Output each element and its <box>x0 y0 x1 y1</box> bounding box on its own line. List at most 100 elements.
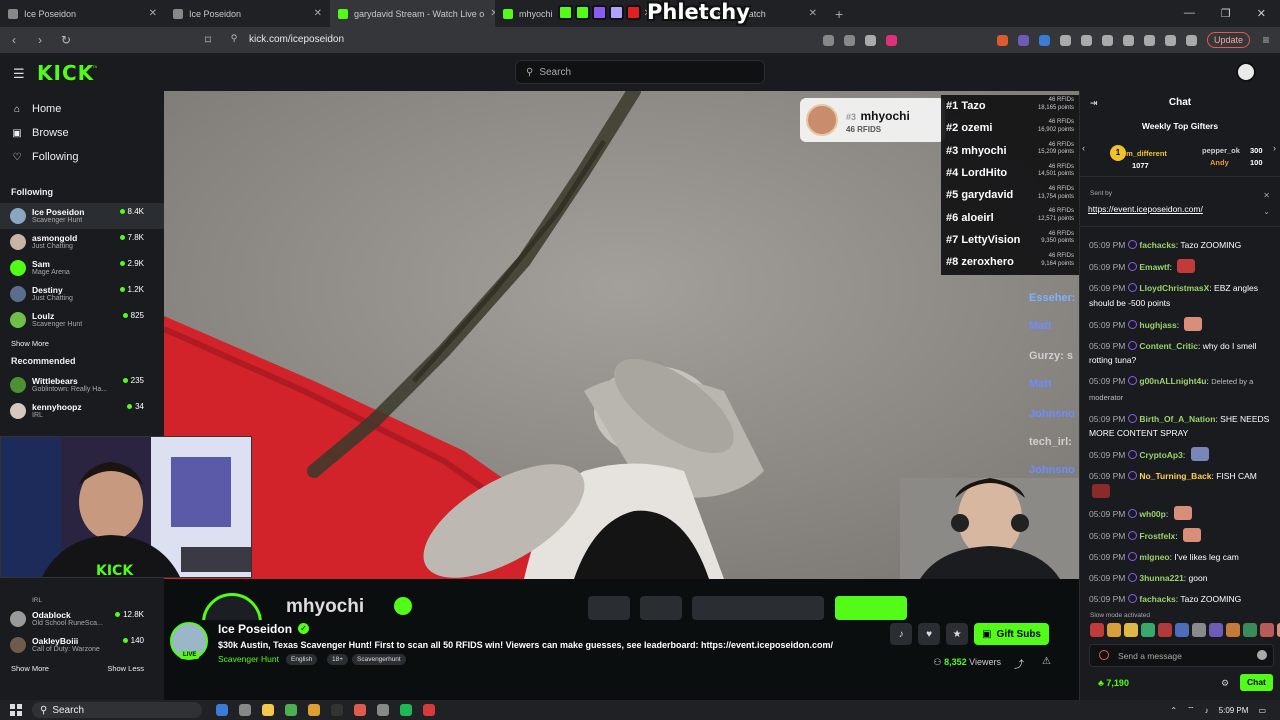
sidebar-toggle-icon[interactable] <box>1122 34 1134 46</box>
taskbar-app-icon[interactable] <box>285 704 297 716</box>
sidebar-channel[interactable]: Ice Poseidon Scavenger Hunt 8.4K <box>0 203 164 229</box>
pinned-expand-icon[interactable]: ⌄ <box>1263 207 1270 216</box>
show-less-recommended[interactable]: Show Less <box>107 664 144 673</box>
sidebar-channel[interactable]: asmongold Just Chatting 7.8K <box>0 229 164 255</box>
chat-username[interactable]: Birth_Of_A_Nation <box>1139 414 1215 424</box>
unpin-icon[interactable]: ✕ <box>1263 191 1270 200</box>
sidebar-channel[interactable]: Sam Mage Arena 2.9K <box>0 255 164 281</box>
sidebar-channel[interactable]: kennyhoopz IRL 34 <box>0 398 164 424</box>
emote-icon[interactable] <box>1260 623 1274 637</box>
emote-icon[interactable] <box>1107 623 1121 637</box>
chat-message[interactable]: 05:09 PM LloydChristmasX: EBZ angles shou… <box>1080 281 1280 310</box>
notification-bell-button[interactable]: ♪ <box>890 623 913 645</box>
taskbar-app-icon[interactable] <box>377 704 389 716</box>
show-more-following[interactable]: Show More <box>0 339 164 348</box>
chat-message[interactable]: 05:09 PM fachacks: Tazo ZOOMING <box>1080 238 1280 253</box>
chat-message[interactable]: 05:09 PM Birth_Of_A_Nation: SHE NEEDS MOR… <box>1080 412 1280 441</box>
taskbar-app-icon[interactable] <box>400 704 412 716</box>
browser-tab[interactable]: Ice Poseidon ✕ <box>165 0 330 27</box>
chat-message[interactable]: 05:09 PM No_Turning_Back: FISH CAM <box>1080 469 1280 499</box>
chat-username[interactable]: g00nALLnight4u <box>1139 376 1206 386</box>
chat-username[interactable]: No_Turning_Back <box>1139 471 1211 481</box>
emote-icon[interactable] <box>1192 623 1206 637</box>
chat-message[interactable]: 05:09 PM hughjass: <box>1080 316 1280 333</box>
pinned-link[interactable]: https://event.iceposeidon.com/ <box>1088 204 1203 214</box>
tray-chevron-icon[interactable]: ⌃ <box>1170 706 1177 715</box>
maximize-icon[interactable]: ❐ <box>1221 7 1231 20</box>
brave-rewards-icon[interactable] <box>885 34 897 46</box>
wallet-icon[interactable] <box>1164 34 1176 46</box>
kick-logo[interactable]: KICK <box>37 61 94 85</box>
chat-username[interactable]: mlgneo <box>1139 552 1169 562</box>
chat-message[interactable]: 05:09 PM mlgneo: I've likes leg cam <box>1080 550 1280 565</box>
chat-message[interactable]: 05:09 PM Content_Critic: why do I smell r… <box>1080 339 1280 368</box>
stream-category[interactable]: Scavenger Hunt <box>218 654 279 664</box>
sidebar-channel[interactable]: OakleyBoiii Call of Duty: Warzone 140 <box>0 632 164 658</box>
zoom-icon[interactable] <box>822 34 834 46</box>
tag-18plus[interactable]: 18+ <box>327 654 349 665</box>
user-avatar[interactable] <box>1236 62 1256 82</box>
site-info-icon[interactable]: ⚲ <box>228 33 240 44</box>
sidebar-channel[interactable]: Loulz Scavenger Hunt 825 <box>0 307 164 333</box>
sidebar-channel[interactable]: Destiny Just Chatting 1.2K <box>0 281 164 307</box>
network-icon[interactable]: ⌔ <box>1187 705 1195 715</box>
chat-username[interactable]: fachacks <box>1139 240 1175 250</box>
minimize-icon[interactable]: — <box>1184 7 1195 20</box>
new-tab-icon[interactable]: + <box>825 6 853 22</box>
extensions-puzzle-icon[interactable] <box>1059 34 1071 46</box>
search-input[interactable]: ⚲ Search <box>515 60 765 84</box>
chat-username[interactable]: 3hunna221 <box>1139 573 1183 583</box>
browser-tab[interactable]: Ice Poseidon ✕ <box>0 0 165 27</box>
share-icon[interactable]: ⤴ <box>1014 656 1024 671</box>
report-icon[interactable]: ⚠ <box>1042 656 1051 667</box>
gift-subs-button[interactable]: ▣ Gift Subs <box>974 623 1049 645</box>
emote-icon[interactable] <box>1158 623 1172 637</box>
taskbar-app-icon[interactable] <box>423 704 435 716</box>
emote-icon[interactable] <box>1141 623 1155 637</box>
chat-message[interactable]: 05:09 PM Emawtf: <box>1080 259 1280 275</box>
chat-settings-gear-icon[interactable]: ⚙ <box>1221 678 1229 689</box>
hamburger-menu-icon[interactable]: ☰ <box>13 66 25 82</box>
chat-message-input[interactable]: Send a message <box>1089 644 1274 667</box>
sidebar-channel[interactable]: Wittlebears Goblintown: Really Ha... 235 <box>0 372 164 398</box>
taskbar-app-icon[interactable] <box>331 704 343 716</box>
menu-icon[interactable]: ≡ <box>1260 33 1272 47</box>
browser-tab[interactable]: garydavid Stream - Watch Live o ✕ <box>330 0 495 27</box>
chat-username[interactable]: Frostfelx <box>1139 531 1175 541</box>
forward-icon[interactable]: › <box>34 33 46 47</box>
tab-close-icon[interactable]: ✕ <box>314 8 322 19</box>
tab-close-icon[interactable]: ✕ <box>149 8 157 19</box>
tab-close-icon[interactable]: ✕ <box>809 8 817 19</box>
extension-3-icon[interactable] <box>1038 34 1050 46</box>
chat-message[interactable]: 05:09 PM 3hunna221: goon <box>1080 571 1280 586</box>
chat-username[interactable]: CryptoAp3 <box>1139 450 1182 460</box>
follow-heart-button[interactable]: ♥ <box>918 623 941 645</box>
chat-message[interactable]: 05:09 PM fachacks: Tazo ZOOMING <box>1080 592 1280 607</box>
vpn-icon[interactable] <box>1185 34 1197 46</box>
extension-4-icon[interactable] <box>1080 34 1092 46</box>
chat-username[interactable]: LloydChristmasX <box>1139 283 1209 293</box>
chat-username[interactable]: wh00p <box>1139 509 1165 519</box>
chat-username[interactable]: Emawtf <box>1139 262 1169 272</box>
taskbar-app-icon[interactable] <box>216 704 228 716</box>
share-icon[interactable] <box>843 34 855 46</box>
chat-message[interactable]: 05:09 PM g00nALLnight4u: Deleted by a mod… <box>1080 374 1280 405</box>
clock[interactable]: 5:09 PM <box>1219 706 1249 715</box>
notifications-icon[interactable]: ▭ <box>1258 706 1266 715</box>
extension-5-icon[interactable] <box>1143 34 1155 46</box>
chat-username[interactable]: hughjass <box>1139 320 1176 330</box>
emoji-icon[interactable] <box>1257 650 1267 660</box>
windows-start-icon[interactable] <box>10 704 22 716</box>
send-chat-button[interactable]: Chat <box>1240 674 1273 691</box>
close-window-icon[interactable]: ✕ <box>1257 7 1266 20</box>
taskbar-app-icon[interactable] <box>262 704 274 716</box>
tag-scavengerhunt[interactable]: Scavengerhunt <box>352 654 406 665</box>
chat-username[interactable]: Content_Critic <box>1139 341 1198 351</box>
emote-icon[interactable] <box>1124 623 1138 637</box>
gifters-prev-icon[interactable]: ‹ <box>1082 143 1085 153</box>
chat-message[interactable]: 05:09 PM wh00p: <box>1080 505 1280 522</box>
taskbar-search[interactable]: ⚲ Search <box>32 702 202 718</box>
update-button[interactable]: Update <box>1206 32 1250 48</box>
chat-message[interactable]: 05:09 PM CryptoAp3: <box>1080 447 1280 463</box>
streamer-name[interactable]: Ice Poseidon <box>218 622 292 636</box>
